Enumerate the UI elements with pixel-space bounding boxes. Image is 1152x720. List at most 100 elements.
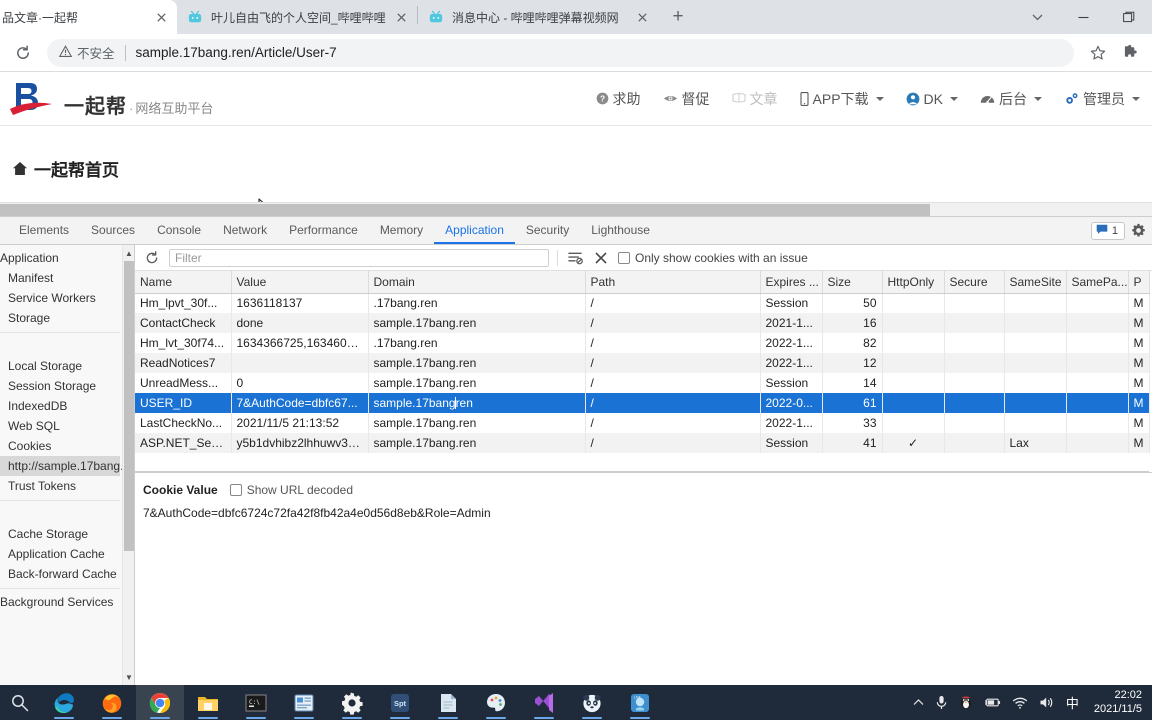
tab-close-icon[interactable] bbox=[634, 9, 650, 25]
page-horizontal-scrollbar[interactable] bbox=[0, 202, 1152, 216]
reload-button[interactable] bbox=[9, 39, 37, 67]
nav-item-user-dk[interactable]: DK bbox=[906, 91, 958, 107]
only-issues-checkbox[interactable] bbox=[618, 251, 630, 264]
scrollbar-thumb[interactable] bbox=[0, 204, 930, 216]
sidebar-item-service-workers[interactable]: Service Workers bbox=[0, 288, 120, 308]
col-httponly[interactable]: HttpOnly bbox=[882, 271, 945, 294]
browser-tab-1[interactable]: 叶儿自由飞的个人空间_哔哩哔哩 bbox=[177, 0, 417, 34]
devtools-tab-lighthouse[interactable]: Lighthouse bbox=[580, 217, 661, 244]
taskbar-chrome-icon[interactable] bbox=[136, 685, 184, 720]
taskbar-media-app-icon[interactable] bbox=[280, 685, 328, 720]
devtools-tab-console[interactable]: Console bbox=[146, 217, 212, 244]
sidebar-item-web-sql[interactable]: Web SQL bbox=[0, 416, 120, 436]
microphone-icon[interactable] bbox=[935, 695, 948, 710]
devtools-tab-performance[interactable]: Performance bbox=[278, 217, 369, 244]
table-row[interactable]: Hm_lvt_30f74... 1634366725,16346043... .… bbox=[135, 333, 1150, 353]
nav-item-ducu[interactable]: 督促 bbox=[663, 89, 710, 109]
table-row[interactable]: ContactCheck done sample.17bang.ren / 20… bbox=[135, 313, 1150, 333]
sidebar-item-local-storage[interactable]: Local Storage bbox=[0, 356, 120, 376]
sidebar-item-trust-tokens[interactable]: Trust Tokens bbox=[0, 476, 120, 496]
puzzle-icon[interactable] bbox=[1116, 39, 1144, 67]
col-path[interactable]: Path bbox=[585, 271, 761, 294]
taskbar-spt-app-icon[interactable]: Spt bbox=[376, 685, 424, 720]
chevron-up-icon[interactable] bbox=[913, 698, 924, 707]
taskbar-settings-gear-icon[interactable] bbox=[328, 685, 376, 720]
show-url-decoded-checkbox[interactable] bbox=[229, 484, 242, 496]
col-samesite[interactable]: SameSite bbox=[1004, 271, 1067, 294]
sidebar-scrollbar-thumb[interactable] bbox=[124, 261, 134, 551]
col-secure[interactable]: Secure bbox=[944, 271, 1005, 294]
site-brand[interactable]: 一起帮 · 网络互助平台 bbox=[8, 79, 213, 119]
sidebar-item-session-storage[interactable]: Session Storage bbox=[0, 376, 120, 396]
devtools-settings-gear-icon[interactable] bbox=[1131, 223, 1146, 238]
sidebar-item-background-services[interactable]: Background Services bbox=[0, 592, 120, 612]
col-domain[interactable]: Domain bbox=[368, 271, 586, 294]
taskbar-search-icon[interactable] bbox=[0, 685, 40, 720]
volume-icon[interactable] bbox=[1039, 696, 1055, 709]
sidebar-item-cookie-origin[interactable]: http://sample.17bang.ren bbox=[0, 456, 134, 476]
ime-indicator[interactable]: 中 bbox=[1066, 693, 1079, 712]
table-row[interactable]: Hm_lpvt_30f... 1636118137 .17bang.ren / … bbox=[135, 293, 1150, 313]
sidebar-item-cache-storage[interactable]: Cache Storage bbox=[0, 524, 120, 544]
wifi-icon[interactable] bbox=[1012, 697, 1028, 709]
col-priority[interactable]: P bbox=[1128, 271, 1150, 294]
browser-tab-2[interactable]: 消息中心 - 哔哩哔哩弹幕视频网 bbox=[418, 0, 658, 34]
col-value[interactable]: Value bbox=[231, 271, 369, 294]
devtools-tab-security[interactable]: Security bbox=[515, 217, 580, 244]
table-row-selected[interactable]: USER_ID 7&AuthCode=dbfc67... sample.17ba… bbox=[135, 393, 1150, 413]
show-url-decoded-row[interactable]: Show URL decoded bbox=[229, 483, 353, 497]
sidebar-item-manifest[interactable]: Manifest bbox=[0, 268, 120, 288]
taskbar-paint-icon[interactable] bbox=[472, 685, 520, 720]
col-samepartykey[interactable]: SamePa... bbox=[1066, 271, 1129, 294]
filter-clear-icon[interactable] bbox=[566, 249, 584, 267]
sidebar-item-storage[interactable]: Storage bbox=[0, 308, 120, 328]
col-size[interactable]: Size bbox=[822, 271, 883, 294]
browser-tab-0[interactable]: 品文章·一起帮 bbox=[0, 0, 177, 34]
security-warning[interactable]: 不安全 bbox=[58, 43, 115, 62]
sidebar-item-application-cache[interactable]: Application Cache bbox=[0, 544, 120, 564]
taskbar-firefox-icon[interactable] bbox=[88, 685, 136, 720]
col-expires[interactable]: Expires ... bbox=[760, 271, 823, 294]
maximize-icon[interactable] bbox=[1106, 0, 1152, 34]
scroll-down-arrow-icon[interactable]: ▼ bbox=[123, 669, 134, 685]
tab-close-icon[interactable] bbox=[153, 9, 169, 25]
clear-all-cookies-icon[interactable] bbox=[592, 249, 610, 267]
col-name[interactable]: Name bbox=[135, 271, 232, 294]
table-row[interactable]: LastCheckNo... 2021/11/5 21:13:52 sample… bbox=[135, 413, 1150, 433]
table-row[interactable]: ASP.NET_Ses... y5b1dvhibz2lhhuwv3a... sa… bbox=[135, 433, 1150, 453]
nav-item-qiuzhu[interactable]: ? 求助 bbox=[596, 89, 641, 109]
cell-domain[interactable]: sample.17bangren bbox=[368, 393, 586, 413]
new-tab-button[interactable]: + bbox=[664, 3, 692, 31]
star-icon[interactable] bbox=[1084, 39, 1112, 67]
sidebar-item-indexeddb[interactable]: IndexedDB bbox=[0, 396, 120, 416]
sidebar-scrollbar[interactable]: ▲ ▼ bbox=[122, 245, 134, 685]
scroll-up-arrow-icon[interactable]: ▲ bbox=[123, 245, 134, 261]
devtools-tab-sources[interactable]: Sources bbox=[80, 217, 146, 244]
table-row[interactable]: UnreadMess... 0 sample.17bang.ren / Sess… bbox=[135, 373, 1150, 393]
table-row[interactable]: ReadNotices7 sample.17bang.ren / 2022-1.… bbox=[135, 353, 1150, 373]
taskbar-terminal-icon[interactable]: C:\ bbox=[232, 685, 280, 720]
nav-item-admin[interactable]: 管理员 bbox=[1064, 89, 1140, 109]
minimize-icon[interactable] bbox=[1060, 0, 1106, 34]
qq-penguin-icon[interactable] bbox=[959, 695, 973, 710]
nav-item-app-download[interactable]: APP下载 bbox=[799, 89, 884, 109]
console-message-badge[interactable]: 1 bbox=[1090, 221, 1125, 240]
refresh-icon[interactable] bbox=[143, 249, 161, 267]
taskbar-vscode-icon[interactable] bbox=[520, 685, 568, 720]
sidebar-item-back-forward-cache[interactable]: Back-forward Cache bbox=[0, 564, 120, 584]
tab-close-icon[interactable] bbox=[393, 9, 409, 25]
taskbar-notepad-icon[interactable] bbox=[424, 685, 472, 720]
taskbar-edge-icon[interactable] bbox=[40, 685, 88, 720]
taskbar-file-explorer-icon[interactable] bbox=[184, 685, 232, 720]
devtools-tab-memory[interactable]: Memory bbox=[369, 217, 434, 244]
nav-item-wenzhang[interactable]: 文章 bbox=[731, 89, 778, 109]
sidebar-item-cookies[interactable]: Cookies bbox=[0, 436, 120, 456]
only-issues-checkbox-row[interactable]: Only show cookies with an issue bbox=[618, 251, 808, 265]
taskbar-panda-icon[interactable] bbox=[568, 685, 616, 720]
taskbar-clock[interactable]: 22:02 2021/11/5 bbox=[1094, 689, 1142, 717]
devtools-tab-application[interactable]: Application bbox=[434, 217, 515, 244]
nav-item-houtai[interactable]: 后台 bbox=[980, 89, 1042, 109]
sidebar-item-application[interactable]: Application bbox=[0, 248, 120, 268]
filter-input[interactable] bbox=[169, 248, 549, 267]
devtools-tab-network[interactable]: Network bbox=[212, 217, 278, 244]
